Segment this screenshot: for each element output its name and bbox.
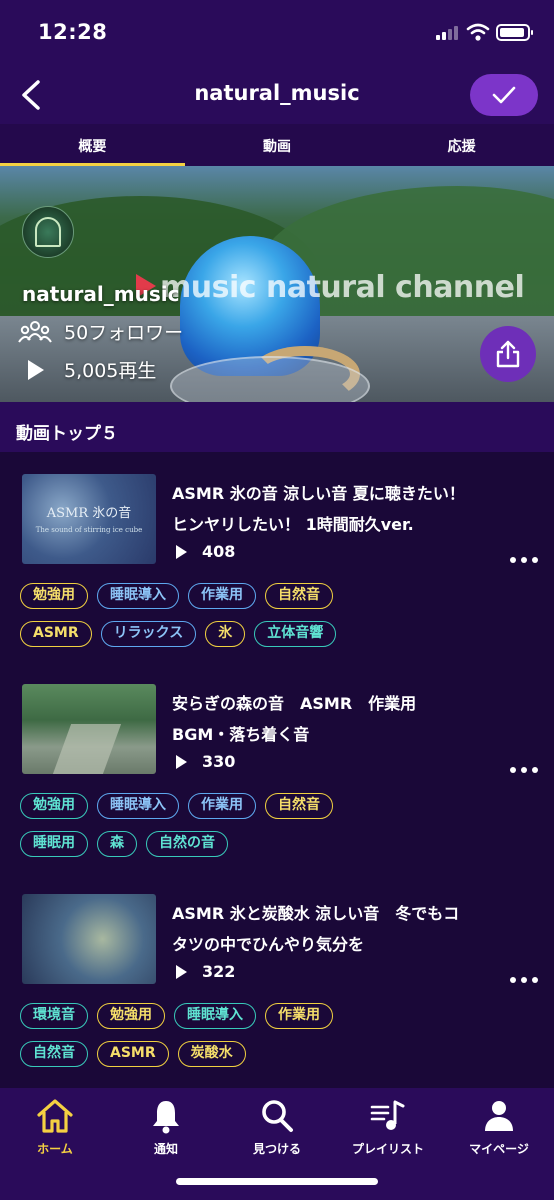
video-plays: 322: [172, 962, 235, 981]
nav-label: マイページ: [469, 1142, 529, 1156]
tag[interactable]: 立体音響: [254, 621, 337, 647]
tag[interactable]: 自然音: [20, 1041, 88, 1067]
tag[interactable]: 作業用: [188, 793, 256, 819]
thumbnail-subtitle: The sound of stirring ice cube: [35, 526, 143, 534]
nav-label: ホーム: [37, 1142, 73, 1156]
status-time: 12:28: [38, 20, 108, 44]
video-thumbnail[interactable]: ASMR 氷の音 The sound of stirring ice cube: [22, 474, 156, 564]
playlist-icon: [370, 1100, 405, 1130]
section-title: 動画トップ５: [0, 402, 554, 452]
home-indicator: [176, 1178, 378, 1185]
tab-overview[interactable]: 概要: [0, 124, 185, 166]
tag[interactable]: 自然音: [265, 583, 333, 609]
tag[interactable]: 勉強用: [20, 793, 88, 819]
video-plays: 330: [172, 752, 235, 771]
wifi-icon: [466, 22, 490, 42]
tag-row: 睡眠用 森 自然の音: [20, 831, 228, 857]
tag-row: 自然音 ASMR 炭酸水: [20, 1041, 246, 1067]
share-icon: [496, 340, 520, 368]
status-bar: 12:28: [0, 0, 554, 66]
video-title-line: 安らぎの森の音 ASMR 作業用: [172, 694, 417, 713]
tag-row: ASMR リラックス 氷 立体音響: [20, 621, 337, 647]
play-count: 330: [202, 752, 236, 771]
nav-playlist[interactable]: プレイリスト: [333, 1098, 443, 1157]
tag[interactable]: 作業用: [265, 1003, 333, 1029]
play-icon: [176, 544, 187, 559]
total-plays: 5,005再生: [64, 360, 157, 382]
battery-icon: [496, 24, 533, 41]
tag[interactable]: ASMR: [97, 1041, 169, 1067]
tag[interactable]: 勉強用: [97, 1003, 165, 1029]
play-icon: [176, 964, 187, 979]
video-title-line: BGM・落ち着く音: [172, 725, 310, 744]
more-options-button[interactable]: [510, 765, 538, 775]
followers-count: 50フォロワー: [64, 322, 184, 344]
tag[interactable]: 睡眠用: [20, 831, 88, 857]
follow-check-button[interactable]: [470, 74, 538, 116]
play-icon: [176, 754, 187, 769]
nav-label: 見つける: [252, 1142, 301, 1156]
nav-discover[interactable]: 見つける: [222, 1098, 332, 1157]
video-title-line: ASMR 氷と炭酸水 涼しい音 冬でもコ: [172, 904, 460, 923]
tab-bar: 概要 動画 応援: [0, 124, 554, 166]
signal-icon: [436, 26, 462, 40]
tab-videos[interactable]: 動画: [185, 124, 370, 166]
nav-home[interactable]: ホーム: [0, 1098, 110, 1157]
nav-label: プレイリスト: [351, 1142, 424, 1156]
video-title-line: ASMR 氷の音 涼しい音 夏に聴きたい！: [172, 484, 465, 503]
tab-support[interactable]: 応援: [369, 124, 554, 166]
tag[interactable]: 勉強用: [20, 583, 88, 609]
channel-header: music natural channel natural_music 50フォ…: [0, 166, 554, 402]
video-title-line: ヒンヤリしたい！ 1時間耐久ver.: [172, 515, 414, 534]
more-options-button[interactable]: [510, 975, 538, 985]
video-title[interactable]: ASMR 氷の音 涼しい音 夏に聴きたい！ ヒンヤリしたい！ 1時間耐久ver.: [172, 478, 522, 540]
tag[interactable]: 睡眠導入: [174, 1003, 256, 1029]
navigation-bar: natural_music: [0, 66, 554, 124]
thumbnail-title: ASMR 氷の音: [46, 506, 132, 521]
tag-row: 勉強用 睡眠導入 作業用 自然音: [20, 583, 333, 609]
play-count: 408: [202, 542, 236, 561]
tag-row: 環境音 勉強用 睡眠導入 作業用: [20, 1003, 333, 1029]
home-icon: [37, 1099, 73, 1133]
plays-row: 5,005再生: [18, 356, 156, 383]
tag[interactable]: 森: [97, 831, 137, 857]
search-icon: [262, 1100, 293, 1132]
nav-notifications[interactable]: 通知: [111, 1098, 221, 1157]
share-button[interactable]: [480, 326, 536, 382]
followers-icon: [18, 320, 52, 343]
play-icon: [28, 359, 44, 380]
video-thumbnail[interactable]: [22, 894, 156, 984]
tag[interactable]: 環境音: [20, 1003, 88, 1029]
tag[interactable]: 睡眠導入: [97, 793, 179, 819]
channel-avatar[interactable]: [22, 206, 74, 258]
tag[interactable]: 氷: [205, 621, 246, 647]
tag[interactable]: 炭酸水: [177, 1041, 246, 1067]
channel-name: natural_music: [22, 282, 180, 306]
video-title[interactable]: 安らぎの森の音 ASMR 作業用 BGM・落ち着く音: [172, 688, 522, 750]
play-count: 322: [202, 962, 236, 981]
video-plays: 408: [172, 542, 235, 561]
tag[interactable]: ASMR: [20, 621, 92, 647]
tag[interactable]: 自然の音: [146, 831, 228, 857]
nav-mypage[interactable]: マイページ: [444, 1098, 554, 1157]
video-thumbnail[interactable]: [22, 684, 156, 774]
thumbnail-path: [52, 724, 122, 774]
tag-row: 勉強用 睡眠導入 作業用 自然音: [20, 793, 333, 819]
person-icon: [485, 1101, 513, 1131]
tag[interactable]: 睡眠導入: [97, 583, 179, 609]
video-title-line: タツの中でひんやり気分を: [172, 935, 365, 954]
followers-row: 50フォロワー: [18, 318, 183, 345]
tag[interactable]: 作業用: [188, 583, 256, 609]
nav-label: 通知: [153, 1142, 178, 1156]
banner-text: music natural channel: [160, 270, 525, 305]
tag[interactable]: リラックス: [100, 621, 197, 647]
tag[interactable]: 自然音: [265, 793, 333, 819]
more-options-button[interactable]: [510, 555, 538, 565]
avatar-logo: [35, 217, 61, 247]
bell-icon: [153, 1101, 179, 1134]
video-title[interactable]: ASMR 氷と炭酸水 涼しい音 冬でもコ タツの中でひんやり気分を: [172, 898, 522, 960]
check-icon: [492, 86, 516, 104]
